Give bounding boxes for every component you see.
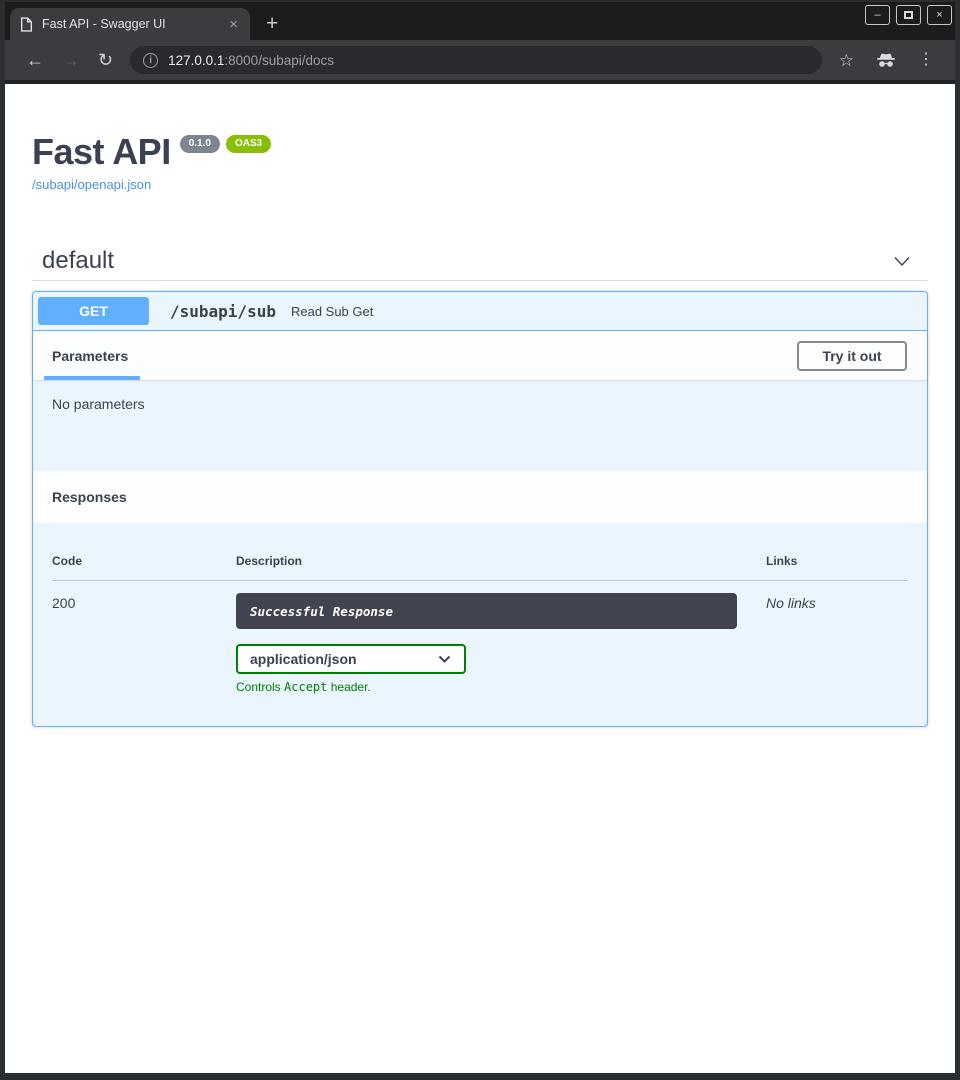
column-links: Links bbox=[766, 554, 908, 568]
column-description: Description bbox=[236, 554, 766, 568]
no-parameters-text: No parameters bbox=[52, 396, 145, 412]
response-row: 200 Successful Response application/json bbox=[52, 581, 908, 694]
url-text: 127.0.0.1:8000/subapi/docs bbox=[168, 53, 334, 68]
responses-table-header: Code Description Links bbox=[52, 523, 908, 581]
document-icon bbox=[20, 17, 33, 32]
parameters-body: No parameters bbox=[33, 380, 927, 471]
tab-close-icon[interactable]: × bbox=[227, 17, 240, 32]
swagger-ui: Fast API 0.1.0 OAS3 /subapi/openapi.json… bbox=[5, 84, 955, 727]
url-path: :8000/subapi/docs bbox=[224, 53, 334, 68]
back-icon[interactable]: ← bbox=[17, 51, 53, 69]
tag-section-header[interactable]: default bbox=[32, 241, 928, 281]
nav-right: ☆ ⋮ bbox=[830, 52, 943, 69]
menu-kebab-icon[interactable]: ⋮ bbox=[909, 52, 943, 68]
parameters-header: Parameters Try it out bbox=[33, 331, 927, 380]
opblock-get: GET /subapi/sub Read Sub Get Parameters … bbox=[32, 291, 928, 727]
address-bar[interactable]: i 127.0.0.1:8000/subapi/docs bbox=[130, 46, 822, 74]
response-code: 200 bbox=[52, 593, 236, 694]
parameters-tab: Parameters bbox=[52, 348, 128, 364]
version-badge: 0.1.0 bbox=[180, 135, 220, 153]
operation-path: /subapi/sub bbox=[170, 302, 276, 321]
media-type-select[interactable]: application/json bbox=[236, 644, 466, 674]
url-host: 127.0.0.1 bbox=[168, 53, 224, 68]
api-info: Fast API 0.1.0 OAS3 bbox=[32, 132, 928, 172]
select-chevron-down-icon bbox=[437, 653, 452, 665]
api-title: Fast API bbox=[32, 132, 171, 172]
accept-note-prefix: Controls bbox=[236, 680, 284, 694]
tag-name: default bbox=[42, 247, 114, 275]
openapi-spec-link[interactable]: /subapi/openapi.json bbox=[32, 177, 151, 192]
responses-title: Responses bbox=[52, 489, 127, 505]
nav-bar: ← → ↻ i 127.0.0.1:8000/subapi/docs ☆ ⋮ bbox=[5, 40, 955, 80]
tab-title: Fast API - Swagger UI bbox=[42, 17, 218, 31]
bookmark-star-icon[interactable]: ☆ bbox=[830, 52, 863, 69]
maximize-button[interactable] bbox=[896, 5, 921, 25]
reload-icon[interactable]: ↻ bbox=[89, 51, 122, 69]
operation-summary[interactable]: GET /subapi/sub Read Sub Get bbox=[33, 292, 927, 331]
try-it-out-button[interactable]: Try it out bbox=[797, 341, 907, 371]
accept-header-note: Controls Accept header. bbox=[236, 680, 766, 694]
operation-description: Read Sub Get bbox=[291, 304, 373, 319]
oas-badge: OAS3 bbox=[226, 135, 271, 153]
responses-header: Responses bbox=[33, 471, 927, 523]
response-links: No links bbox=[766, 593, 908, 694]
page: Fast API 0.1.0 OAS3 /subapi/openapi.json… bbox=[5, 84, 955, 1073]
responses-body: Code Description Links 200 Successful Re… bbox=[33, 523, 927, 726]
incognito-icon[interactable] bbox=[867, 52, 905, 69]
response-description-text: Successful Response bbox=[250, 604, 393, 619]
browser-window: Fast API - Swagger UI × + – × ← → ↻ i 12… bbox=[0, 0, 960, 1080]
response-description-cell: Successful Response application/json bbox=[236, 593, 766, 694]
minimize-button[interactable]: – bbox=[865, 5, 890, 25]
site-info-icon[interactable]: i bbox=[143, 53, 158, 68]
api-badges: 0.1.0 OAS3 bbox=[180, 135, 271, 153]
media-type-value: application/json bbox=[250, 651, 357, 667]
new-tab-button[interactable]: + bbox=[266, 13, 278, 34]
response-description: Successful Response bbox=[236, 593, 737, 629]
window-controls: – × bbox=[865, 5, 952, 25]
forward-icon: → bbox=[53, 51, 89, 69]
close-button[interactable]: × bbox=[927, 5, 952, 25]
column-code: Code bbox=[52, 554, 236, 568]
browser-tab[interactable]: Fast API - Swagger UI × bbox=[10, 8, 250, 40]
active-tab-underline bbox=[44, 376, 140, 380]
tab-bar: Fast API - Swagger UI × + – × bbox=[5, 2, 955, 40]
accept-note-suffix: header. bbox=[327, 680, 370, 694]
maximize-icon bbox=[904, 11, 913, 19]
method-badge: GET bbox=[38, 297, 149, 325]
accept-note-code: Accept bbox=[284, 680, 327, 694]
chevron-down-icon[interactable] bbox=[890, 250, 914, 272]
